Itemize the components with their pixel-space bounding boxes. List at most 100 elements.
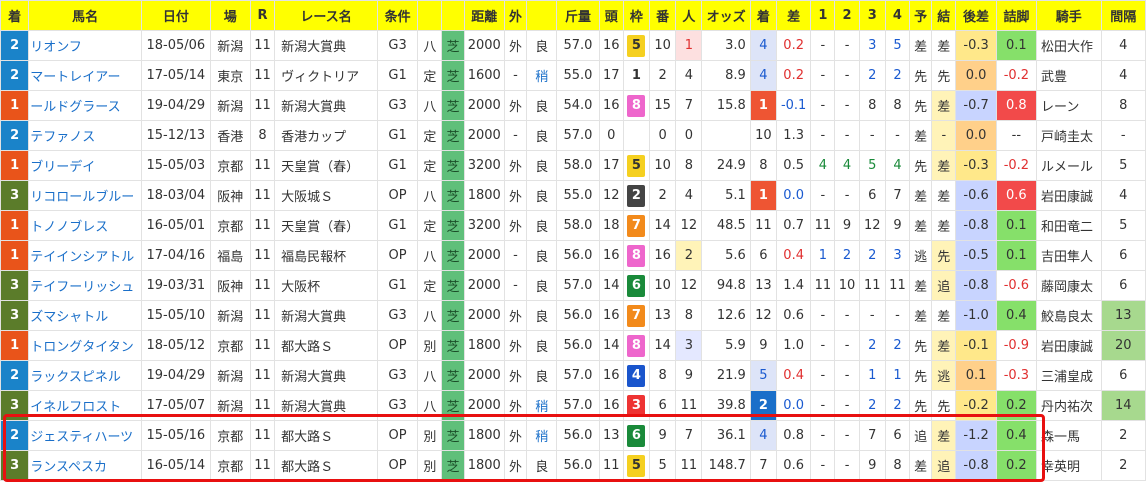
position-3-cell: 5 [858,150,886,181]
header-cell[interactable]: 後差 [955,0,997,31]
header-cell[interactable]: 距離 [463,0,505,31]
table-row[interactable]: 2 マートレイアー 17-05/14 東京 11 ヴィクトリア G1 定芝 1600- 稍 55.0… [0,60,1146,91]
header-cell[interactable] [417,0,443,31]
going-cell: 良 [526,120,558,151]
table-row[interactable]: 3 イネルフロスト 17-05/07 新潟 11 新潟大賞典 G3 八芝 2000 外稍 57.0 1… [0,390,1146,421]
header-cell[interactable]: R [249,0,276,31]
race-name-cell: 香港カップ [274,120,378,151]
table-row[interactable]: 2 テファノス 15-12/13 香港 8 香港カップ G1 定芝 2000- 良 57.0 0 0 0 1… [0,120,1146,151]
header-cell[interactable]: レース名 [274,0,378,31]
table-row[interactable]: 1 テイインシアトル 17-04/16 福島 11 福島民報杯 OP 八芝 2000- 良 56.0… [0,240,1146,271]
header-cell[interactable]: 着 [0,0,30,31]
table-row[interactable]: 1 ブリーデイ 15-05/03 京都 11 天皇賞（春） G1 定芝 3200 外良 58.0 17… [0,150,1146,181]
condition-cell: 別 [417,450,443,481]
weight-cell: 57.0 [556,360,600,391]
table-row[interactable]: 3 テイフーリッシュ 19-03/31 阪神 11 大阪杯 G1 定芝 2000- 良 57.0 14… [0,270,1146,301]
header-cell[interactable] [526,0,558,31]
position-4-cell: 1 [884,360,911,391]
horse-name-link[interactable]: テイインシアトル [28,240,143,271]
result-style-cell: 差 [931,210,957,241]
position-3-cell: 8 [858,90,886,121]
header-cell[interactable]: 斤量 [556,0,600,31]
position-4-cell: 4 [884,150,911,181]
table-row[interactable]: 1 ールドグラース 19-04/29 新潟 11 新潟大賞典 G3 八芝 2000 外良 54.0 1… [0,90,1146,121]
position-2-cell: - [834,120,860,151]
header-cell[interactable]: 条件 [376,0,419,31]
venue-cell: 阪神 [209,270,251,301]
position-3-cell: 2 [858,60,886,91]
result-style-cell: 追 [931,450,957,481]
odds-cell: 12.6 [701,300,751,331]
table-row[interactable]: 1 トノノブレス 16-05/01 京都 11 天皇賞（春） G1 定芝 3200 外良 58.0 1… [0,210,1146,241]
table-row[interactable]: 2 ラックスピネル 19-04/29 新潟 11 新潟大賞典 G3 八芝 2000 外良 57.0 1… [0,360,1146,391]
header-cell[interactable]: 差 [776,0,812,31]
horse-number-cell: 10 [649,30,677,61]
position-3-cell: - [858,120,886,151]
horse-name-link[interactable]: トノノブレス [28,210,143,241]
table-row[interactable]: 2 ジェスティハーツ 15-05/16 京都 11 都大路Ｓ OP 別芝 1800 外稍 56.0 1… [0,420,1146,451]
header-cell[interactable]: 番 [649,0,677,31]
late-gap-cell: -0.5 [955,240,997,271]
horse-name-link[interactable]: ランスペスカ [28,450,143,481]
surface-cell: 芝 [441,450,465,481]
venue-cell: 京都 [209,210,251,241]
course-side-cell: 外 [503,300,528,331]
position-1-cell: - [810,360,836,391]
table-row[interactable]: 2 リオンフ 18-05/06 新潟 11 新潟大賞典 G3 八芝 2000 外良 57.0 16 5 1… [0,30,1146,61]
horse-number-cell: 16 [649,240,677,271]
going-cell: 良 [526,270,558,301]
jockey-cell: ルメール [1036,150,1102,181]
frame-badge: 7 [627,304,646,327]
distance-cell: 1800 [463,180,505,211]
race-number-cell: 11 [249,360,276,391]
late-gap-cell: 0.0 [955,120,997,151]
horse-name-link[interactable]: リオンフ [28,30,143,61]
header-cell[interactable]: 4 [884,0,911,31]
horse-name-link[interactable]: ラックスピネル [28,360,143,391]
horse-name-link[interactable]: ールドグラース [28,90,143,121]
horse-name-link[interactable]: イネルフロスト [28,390,143,421]
grade-cell: G3 [376,390,419,421]
header-cell[interactable]: 着 [749,0,778,31]
header-cell[interactable]: 予 [909,0,933,31]
frame-badge: 7 [627,214,646,237]
horse-name-link[interactable]: ジェスティハーツ [28,420,143,451]
header-cell[interactable]: 3 [858,0,886,31]
horse-name-link[interactable]: トロングタイタン [28,330,143,361]
horse-name-link[interactable]: テファノス [28,120,143,151]
header-cell[interactable]: オッズ [701,0,751,31]
header-cell[interactable]: 1 [810,0,836,31]
table-row[interactable]: 3 ズマシャトル 15-05/10 新潟 11 新潟大賞典 G3 八芝 2000 外良 56.0 16… [0,300,1146,331]
header-cell[interactable]: 2 [834,0,860,31]
horse-name-link[interactable]: ブリーデイ [28,150,143,181]
table-row[interactable]: 3 リコロールブルー 18-03/04 阪神 11 大阪城Ｓ OP 八芝 1800 外良 55.0 1… [0,180,1146,211]
header-cell[interactable]: 頭 [598,0,624,31]
finish-cell: 1 [749,90,778,121]
header-cell[interactable]: 日付 [141,0,211,31]
table-row[interactable]: 1 トロングタイタン 18-05/12 京都 11 都大路Ｓ OP 別芝 1800 外良 56.0 1… [0,330,1146,361]
result-style-cell: 先 [931,240,957,271]
header-cell[interactable]: 間隔 [1100,0,1146,31]
closing-cell: 0.2 [995,390,1038,421]
header-cell[interactable]: 枠 [622,0,651,31]
horse-number-cell: 5 [649,450,677,481]
header-cell[interactable]: 馬名 [28,0,143,31]
horse-name-link[interactable]: テイフーリッシュ [28,270,143,301]
interval-cell: 4 [1100,180,1146,211]
horse-name-link[interactable]: リコロールブルー [28,180,143,211]
header-cell[interactable] [441,0,465,31]
horse-name-link[interactable]: マートレイアー [28,60,143,91]
header-cell[interactable]: 場 [209,0,251,31]
jockey-cell: 松田大作 [1036,30,1102,61]
margin-cell: 1.0 [776,330,812,361]
header-cell[interactable]: 人 [675,0,703,31]
position-2-cell: - [834,390,860,421]
header-cell[interactable]: 騎手 [1036,0,1102,31]
horse-name-link[interactable]: ズマシャトル [28,300,143,331]
jockey-cell: 幸英明 [1036,450,1102,481]
race-name-cell: 新潟大賞典 [274,30,378,61]
header-cell[interactable]: 結 [931,0,957,31]
table-row[interactable]: 3 ランスペスカ 16-05/14 京都 11 都大路Ｓ OP 別芝 1800 外良 56.0 11 5… [0,450,1146,481]
header-cell[interactable]: 外 [503,0,528,31]
header-cell[interactable]: 詰脚 [995,0,1038,31]
